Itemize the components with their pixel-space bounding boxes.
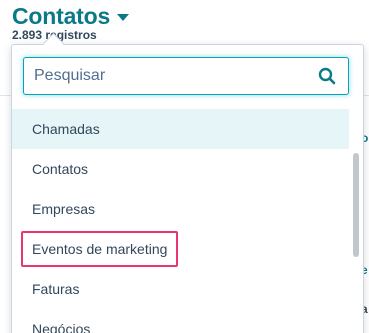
option-negocios[interactable]: Negócios [12,309,349,333]
scrollbar-thumb[interactable] [353,153,359,257]
option-label: Faturas [32,281,80,297]
option-empresas[interactable]: Empresas [12,189,349,229]
option-label: Eventos de marketing [20,231,179,267]
caret-down-icon[interactable] [117,13,130,21]
search-icon[interactable] [318,67,336,85]
object-type-selector[interactable]: Contatos [12,2,130,30]
option-label: Empresas [32,201,96,217]
option-eventos-de-marketing[interactable]: Eventos de marketing [12,229,349,269]
search-input[interactable] [34,58,304,93]
option-label: Contatos [32,161,89,177]
option-label: Negócios [32,321,91,333]
options-list: Chamadas Contatos Empresas Eventos de ma… [12,109,349,333]
option-label: Chamadas [32,121,100,137]
option-faturas[interactable]: Faturas [12,269,349,309]
option-contatos[interactable]: Contatos [12,149,349,189]
page: Contatos 2.893 registros o I I e a Chama… [0,0,369,333]
search-box[interactable] [23,57,349,95]
option-chamadas[interactable]: Chamadas [12,109,349,149]
scrollbar[interactable] [349,109,363,333]
object-type-dropdown: Chamadas Contatos Empresas Eventos de ma… [11,44,364,333]
page-title[interactable]: Contatos [12,3,110,30]
